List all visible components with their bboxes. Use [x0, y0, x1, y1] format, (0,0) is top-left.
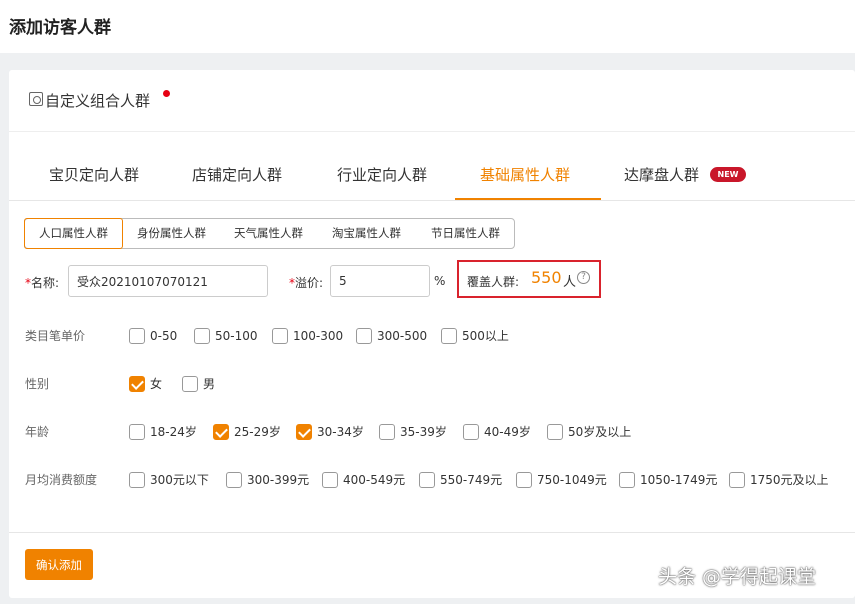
checkbox[interactable]	[226, 472, 242, 488]
subtab-weather[interactable]: 天气属性人群	[220, 219, 317, 248]
coverage-value: 550	[531, 268, 562, 287]
main-card: 自定义组合人群 宝贝定向人群 店铺定向人群 行业定向人群 基础属性人群 达摩盘人…	[9, 70, 855, 598]
attribute-subtabs: 人口属性人群 身份属性人群 天气属性人群 淘宝属性人群 节日属性人群	[24, 218, 515, 249]
section-title: 自定义组合人群	[45, 92, 151, 110]
checkbox[interactable]	[182, 376, 198, 392]
audience-tabs: 宝贝定向人群 店铺定向人群 行业定向人群 基础属性人群 达摩盘人群 NEW	[9, 146, 855, 201]
tab-shop-targeting[interactable]: 店铺定向人群	[192, 164, 282, 185]
checkbox[interactable]	[619, 472, 635, 488]
option-label: 30-34岁	[317, 425, 364, 439]
checkbox[interactable]	[129, 472, 145, 488]
checkbox[interactable]	[547, 424, 563, 440]
option-label: 550-749元	[440, 473, 503, 487]
option-label: 750-1049元	[537, 473, 607, 487]
custom-group-icon	[29, 92, 43, 106]
checkbox[interactable]	[441, 328, 457, 344]
new-badge: NEW	[710, 167, 746, 182]
checkbox[interactable]	[516, 472, 532, 488]
spending-row-label: 月均消费额度	[25, 473, 98, 487]
confirm-add-button[interactable]: 确认添加	[25, 549, 93, 580]
name-label: *名称:	[25, 274, 59, 291]
tab-basic-attributes[interactable]: 基础属性人群	[480, 164, 570, 185]
section-header: 自定义组合人群	[9, 70, 855, 132]
checkbox[interactable]	[419, 472, 435, 488]
checkbox-checked[interactable]	[213, 424, 229, 440]
price-row-label: 类目笔单价	[25, 329, 86, 343]
checkbox[interactable]	[272, 328, 288, 344]
name-input[interactable]	[68, 265, 268, 297]
option-label: 300-399元	[247, 473, 310, 487]
option-label: 40-49岁	[484, 425, 531, 439]
option-label: 男	[203, 377, 216, 391]
option-label: 1750元及以上	[750, 473, 829, 487]
option-label: 400-549元	[343, 473, 406, 487]
option-label: 50岁及以上	[568, 425, 632, 439]
option-label: 500以上	[462, 329, 509, 343]
coverage-unit: 人	[563, 275, 577, 290]
checkbox-checked[interactable]	[296, 424, 312, 440]
top-bar: 添加访客人群	[0, 0, 855, 53]
subtab-holiday[interactable]: 节日属性人群	[416, 219, 515, 248]
checkbox[interactable]	[129, 328, 145, 344]
option-label: 18-24岁	[150, 425, 197, 439]
coverage-label: 覆盖人群:	[467, 275, 520, 289]
tab-damopan[interactable]: 达摩盘人群	[624, 164, 699, 185]
option-label: 100-300	[293, 329, 344, 343]
help-icon[interactable]: ?	[577, 271, 590, 284]
footer-divider	[9, 532, 855, 533]
subtab-identity[interactable]: 身份属性人群	[123, 219, 220, 248]
option-label: 女	[150, 377, 163, 391]
gender-row-label: 性别	[25, 377, 50, 391]
tab-item-targeting[interactable]: 宝贝定向人群	[49, 164, 139, 185]
option-label: 300元以下	[150, 473, 209, 487]
premium-label: *溢价:	[289, 274, 323, 291]
name-label-text: 名称:	[31, 276, 60, 290]
active-tab-indicator	[455, 198, 601, 200]
checkbox[interactable]	[322, 472, 338, 488]
option-label: 1050-1749元	[640, 473, 718, 487]
subtab-taobao[interactable]: 淘宝属性人群	[317, 219, 416, 248]
premium-label-text: 溢价:	[295, 276, 324, 290]
checkbox[interactable]	[463, 424, 479, 440]
watermark: 头条 @学得起课堂	[658, 566, 817, 588]
option-label: 300-500	[377, 329, 428, 343]
premium-input[interactable]	[330, 265, 430, 297]
option-label: 0-50	[150, 329, 178, 343]
option-label: 35-39岁	[400, 425, 447, 439]
checkbox[interactable]	[194, 328, 210, 344]
percent-unit: %	[434, 274, 446, 288]
notification-dot	[163, 90, 170, 97]
age-row-label: 年龄	[25, 425, 50, 439]
page-title: 添加访客人群	[9, 18, 111, 38]
checkbox[interactable]	[129, 424, 145, 440]
checkbox[interactable]	[729, 472, 745, 488]
coverage-box: 覆盖人群: 550 人 ?	[457, 260, 601, 298]
option-label: 50-100	[215, 329, 258, 343]
checkbox-checked[interactable]	[129, 376, 145, 392]
option-label: 25-29岁	[234, 425, 281, 439]
tab-industry-targeting[interactable]: 行业定向人群	[337, 164, 427, 185]
checkbox[interactable]	[379, 424, 395, 440]
subtab-demographic[interactable]: 人口属性人群	[24, 218, 123, 249]
checkbox[interactable]	[356, 328, 372, 344]
